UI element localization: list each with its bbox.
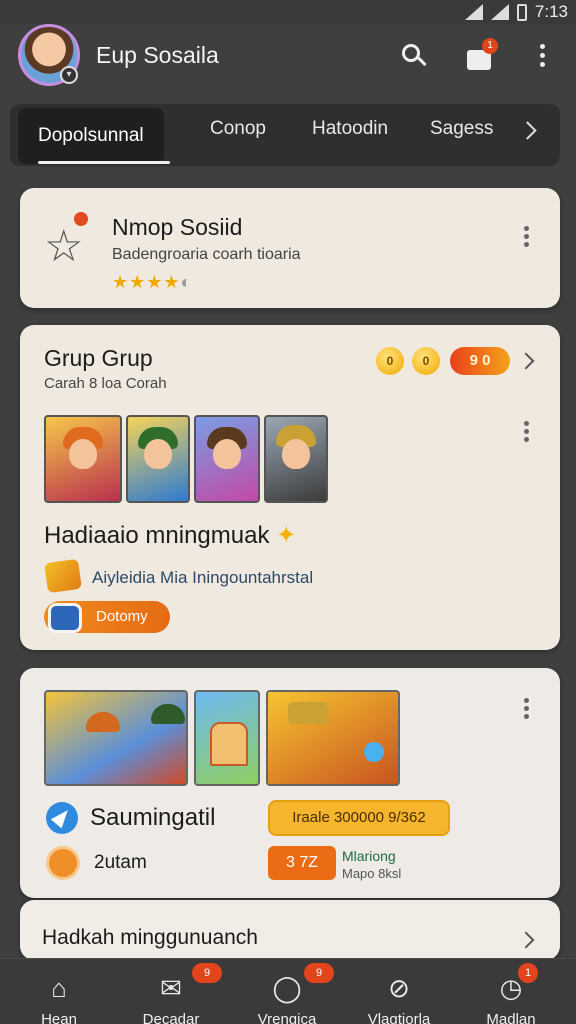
card-title: Nmop Sosiid — [112, 214, 243, 240]
nav-badge: 1 — [518, 963, 538, 983]
chat-icon: ◯ — [272, 973, 302, 1003]
star-outline-icon: ☆ — [44, 222, 84, 271]
rating-stars: ★★★★◐ — [112, 272, 193, 292]
coin-icon: 0 — [412, 347, 440, 375]
game-thumbnail[interactable] — [264, 415, 328, 503]
tab-conop[interactable]: Conop — [210, 118, 266, 140]
nav-label: Vrengica — [257, 1011, 317, 1024]
nav-label: Madlan — [486, 1011, 536, 1024]
user-name: 2utam — [94, 852, 147, 873]
signal-icon — [464, 4, 483, 20]
group-title: Grup Grup — [44, 345, 153, 371]
nav-vrengica[interactable]: ◯ 9 Vrengica — [232, 959, 342, 1024]
game-thumbnail[interactable] — [266, 690, 400, 786]
chevron-right-icon[interactable] — [517, 931, 535, 949]
nav-vlagtiorla[interactable]: ⊘ Vlagtiorla — [344, 959, 454, 1024]
cube-icon — [48, 603, 82, 633]
featured-card[interactable]: ☆ Nmop Sosiid Badengroaria coarh tioaria… — [20, 188, 560, 308]
meta-line-2: Mapo 8ksl — [342, 866, 402, 881]
wifi-icon — [490, 4, 509, 20]
coin-icon: 0 — [376, 347, 404, 375]
card-subtitle: Badengroaria coarh tioaria — [112, 246, 301, 263]
status-bar: 7:13 — [0, 0, 576, 24]
nav-label: Hean — [41, 1011, 77, 1024]
app-bar: ▾ Eup Sosaila 1 — [0, 24, 576, 96]
game-thumbnail[interactable] — [194, 690, 260, 786]
tab-sagess[interactable]: Sagess — [430, 118, 493, 140]
battery-icon — [516, 3, 527, 21]
chevron-right-icon[interactable] — [518, 121, 537, 140]
section-note: Aiyleidia Mia Iningountahrstal — [92, 568, 314, 587]
app-title: Eup Sosaila — [96, 42, 219, 68]
more-options-icon[interactable] — [526, 38, 562, 74]
card-menu-icon[interactable] — [524, 226, 530, 248]
card-menu-icon[interactable] — [524, 698, 530, 720]
nav-home[interactable]: ⌂ Hean — [4, 959, 114, 1024]
home-icon: ⌂ — [51, 973, 67, 1003]
tournament-title: Saumingatil — [90, 804, 216, 831]
compass-icon — [46, 802, 78, 834]
search-icon[interactable] — [396, 38, 432, 74]
score-badge[interactable]: 3 7Z — [268, 846, 336, 880]
group-card[interactable]: Grup Grup Carah 8 loa Corah 0 0 9 0 Hadi… — [20, 325, 560, 650]
game-thumbnail[interactable] — [44, 415, 122, 503]
user-badge-icon — [46, 846, 80, 880]
status-time: 7:13 — [534, 2, 568, 21]
group-subtitle: Carah 8 loa Corah — [44, 375, 167, 392]
tab-hatoodin[interactable]: Hatoodin — [312, 118, 388, 140]
mail-icon: ✉ — [160, 973, 182, 1003]
nav-decadar[interactable]: ✉ 9 Decadar — [116, 959, 226, 1024]
notification-dot — [74, 212, 88, 226]
meta-line-1: Mlariong — [342, 848, 396, 864]
nav-label: Vlagtiorla — [367, 1011, 431, 1024]
game-thumbnail[interactable] — [194, 415, 260, 503]
bottom-navigation: ⌂ Hean ✉ 9 Decadar ◯ 9 Vrengica ⊘ Vlagti… — [0, 958, 576, 1024]
game-thumbnail[interactable] — [44, 690, 188, 786]
avatar-status-icon: ▾ — [60, 66, 78, 84]
game-thumbnail[interactable] — [126, 415, 190, 503]
tournament-card[interactable]: Saumingatil Iraale 300000 9/362 2utam 3 … — [20, 668, 560, 898]
nav-badge: 9 — [192, 963, 222, 983]
tab-bar: Dopolsunnal Conop Hatoodin Sagess — [10, 104, 560, 166]
notification-badge: 1 — [482, 38, 498, 54]
chevron-right-icon[interactable] — [517, 352, 535, 370]
compass-icon: ⊘ — [388, 973, 410, 1003]
list-row-card[interactable]: Hadkah minggunuanch — [20, 900, 560, 960]
points-pill: 9 0 — [450, 347, 510, 375]
active-tab-indicator — [38, 161, 170, 164]
tab-dopolsunnal[interactable]: Dopolsunnal — [18, 108, 164, 164]
nav-madlan[interactable]: ◷ 1 Madlan — [456, 959, 566, 1024]
prize-pill[interactable]: Iraale 300000 9/362 — [268, 800, 450, 836]
card-menu-icon[interactable] — [524, 421, 530, 443]
gift-icon — [44, 558, 82, 594]
nav-label: Decadar — [142, 1011, 200, 1024]
notifications-bag-icon[interactable]: 1 — [462, 38, 498, 74]
row-title: Hadkah minggunuanch — [42, 926, 258, 949]
nav-badge: 9 — [304, 963, 334, 983]
section-heading: Hadiaaio mningmuak ✦ — [44, 522, 297, 549]
